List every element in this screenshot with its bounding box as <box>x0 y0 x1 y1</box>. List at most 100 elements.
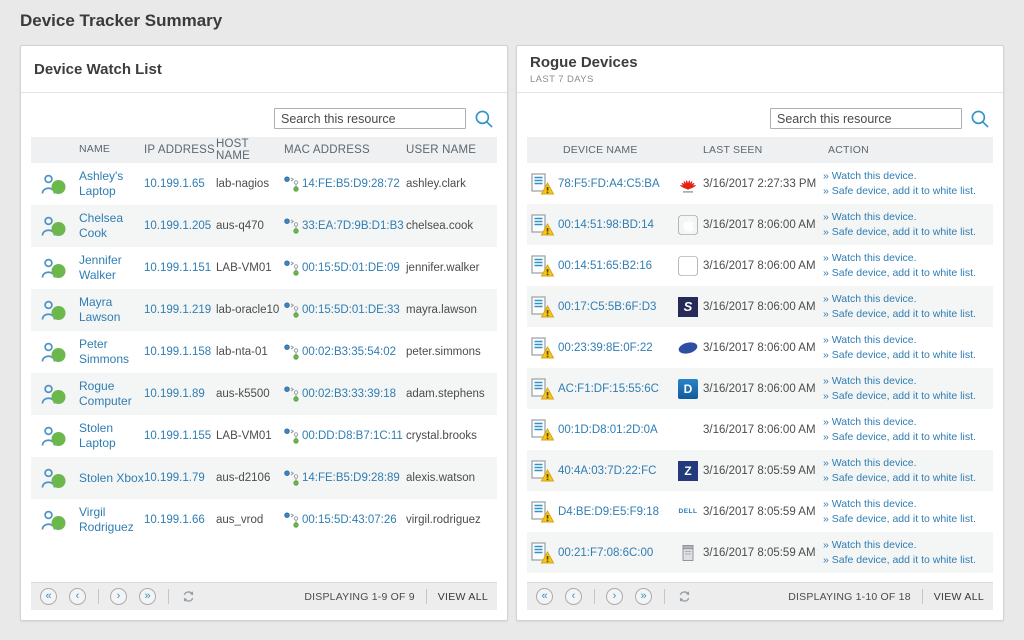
watch-device-link[interactable]: » Watch this device. <box>823 374 993 389</box>
mac-address-link[interactable]: 33:EA:7D:9B:D1:B3 <box>302 220 404 232</box>
first-page-icon[interactable]: « <box>536 588 553 605</box>
table-row: 40:4A:03:7D:22:FC Z 3/16/2017 8:05:59 AM… <box>527 450 993 491</box>
device-name-link[interactable]: Chelsea Cook <box>79 211 123 240</box>
network-node-icon <box>284 512 300 528</box>
watch-device-link[interactable]: » Watch this device. <box>823 292 993 307</box>
device-mac-link[interactable]: 00:23:39:8E:0F:22 <box>558 342 653 354</box>
view-all-button[interactable]: VIEW ALL <box>438 591 488 603</box>
device-name-link[interactable]: Stolen Laptop <box>79 421 116 450</box>
ip-address-link[interactable]: 10.199.1.219 <box>144 304 211 316</box>
ip-address-link[interactable]: 10.199.1.79 <box>144 472 205 484</box>
safe-device-link[interactable]: » Safe device, add it to white list. <box>823 184 993 199</box>
host-name: lab-oracle10 <box>216 304 279 316</box>
prev-page-icon[interactable]: ‹ <box>565 588 582 605</box>
device-mac-link[interactable]: 00:21:F7:08:6C:00 <box>558 547 653 559</box>
ip-address-link[interactable]: 10.199.1.66 <box>144 514 205 526</box>
last-seen-timestamp: 3/16/2017 8:06:00 AM <box>703 342 823 354</box>
search-button[interactable] <box>473 108 495 130</box>
ip-address-link[interactable]: 10.199.1.151 <box>144 262 211 274</box>
device-mac-link[interactable]: D4:BE:D9:E5:F9:18 <box>558 506 659 518</box>
search-button[interactable] <box>969 108 991 130</box>
device-mac-link[interactable]: 00:17:C5:5B:6F:D3 <box>558 301 656 313</box>
device-name-link[interactable]: Jennifer Walker <box>79 253 122 282</box>
safe-device-link[interactable]: » Safe device, add it to white list. <box>823 471 993 486</box>
host-name: aus_vrod <box>216 514 263 526</box>
dlink-logo: D <box>678 379 698 399</box>
ip-address-link[interactable]: 10.199.1.155 <box>144 430 211 442</box>
device-name-link[interactable]: Mayra Lawson <box>79 295 120 324</box>
search-input[interactable] <box>274 108 466 129</box>
device-mac-link[interactable]: 00:14:51:98:BD:14 <box>558 219 654 231</box>
search-input[interactable] <box>770 108 962 129</box>
table-row: Peter Simmons 10.199.1.158 lab-nta-01 00… <box>31 331 497 373</box>
view-all-button[interactable]: VIEW ALL <box>934 591 984 603</box>
mac-address-link[interactable]: 00:DD:D8:B7:1C:11 <box>302 430 403 442</box>
mac-address-link[interactable]: 00:15:5D:01:DE:33 <box>302 304 400 316</box>
device-name-link[interactable]: Peter Simmons <box>79 337 129 366</box>
ip-address-link[interactable]: 10.199.1.89 <box>144 388 205 400</box>
divider <box>594 589 595 604</box>
divider <box>98 589 99 604</box>
ip-address-link[interactable]: 10.199.1.205 <box>144 220 211 232</box>
watch-device-link[interactable]: » Watch this device. <box>823 415 993 430</box>
panel-title: Device Watch List <box>34 61 494 78</box>
device-mac-link[interactable]: 00:1D:D8:01:2D:0A <box>558 424 658 436</box>
watch-device-link[interactable]: » Watch this device. <box>823 251 993 266</box>
user-status-icon <box>41 425 67 447</box>
device-mac-link[interactable]: 00:14:51:65:B2:16 <box>558 260 652 272</box>
device-mac-link[interactable]: AC:F1:DF:15:55:6C <box>558 383 659 395</box>
mac-address-link[interactable]: 00:02:B3:35:54:02 <box>302 346 396 358</box>
watch-device-link[interactable]: » Watch this device. <box>823 538 993 553</box>
refresh-icon <box>181 589 196 604</box>
refresh-button[interactable] <box>677 589 692 604</box>
device-name-link[interactable]: Rogue Computer <box>79 379 132 408</box>
watch-device-link[interactable]: » Watch this device. <box>823 456 993 471</box>
refresh-button[interactable] <box>181 589 196 604</box>
rogue-device-warning-icon <box>531 255 555 277</box>
safe-device-link[interactable]: » Safe device, add it to white list. <box>823 553 993 568</box>
device-name-link[interactable]: Stolen Xbox <box>79 471 144 485</box>
mac-address-link[interactable]: 14:FE:B5:D9:28:72 <box>302 178 400 190</box>
user-status-icon <box>41 341 67 363</box>
device-mac-link[interactable]: 40:4A:03:7D:22:FC <box>558 465 656 477</box>
first-page-icon[interactable]: « <box>40 588 57 605</box>
watch-device-link[interactable]: » Watch this device. <box>823 497 993 512</box>
host-name: LAB-VM01 <box>216 262 272 274</box>
device-name-link[interactable]: Ashley's Laptop <box>79 169 123 198</box>
last-page-icon[interactable]: » <box>635 588 652 605</box>
dell-logo: DELL <box>678 502 698 522</box>
pagination-bar: « ‹ › » DISPLAYING 1-9 OF 9 VIEW ALL <box>31 582 497 610</box>
last-page-icon[interactable]: » <box>139 588 156 605</box>
table-header: DEVICE NAME LAST SEEN ACTION <box>527 137 993 163</box>
next-page-icon[interactable]: › <box>110 588 127 605</box>
safe-device-link[interactable]: » Safe device, add it to white list. <box>823 430 993 445</box>
prev-page-icon[interactable]: ‹ <box>69 588 86 605</box>
safe-device-link[interactable]: » Safe device, add it to white list. <box>823 307 993 322</box>
ip-address-link[interactable]: 10.199.1.65 <box>144 178 205 190</box>
rogue-device-warning-icon <box>531 378 555 400</box>
watch-device-link[interactable]: » Watch this device. <box>823 333 993 348</box>
safe-device-link[interactable]: » Safe device, add it to white list. <box>823 266 993 281</box>
watch-device-link[interactable]: » Watch this device. <box>823 169 993 184</box>
microsoft-logo <box>678 420 698 440</box>
safe-device-link[interactable]: » Safe device, add it to white list. <box>823 512 993 527</box>
next-page-icon[interactable]: › <box>606 588 623 605</box>
mac-address-link[interactable]: 00:15:5D:43:07:26 <box>302 514 397 526</box>
safe-device-link[interactable]: » Safe device, add it to white list. <box>823 348 993 363</box>
safe-device-link[interactable]: » Safe device, add it to white list. <box>823 389 993 404</box>
watch-device-link[interactable]: » Watch this device. <box>823 210 993 225</box>
user-name: ashley.clark <box>406 178 466 190</box>
last-seen-timestamp: 3/16/2017 8:06:00 AM <box>703 424 823 436</box>
safe-device-link[interactable]: » Safe device, add it to white list. <box>823 225 993 240</box>
device-name-link[interactable]: Virgil Rodriguez <box>79 505 134 534</box>
rogue-device-warning-icon <box>531 173 555 195</box>
mac-address-link[interactable]: 14:FE:B5:D9:28:89 <box>302 472 400 484</box>
last-seen-timestamp: 3/16/2017 8:06:00 AM <box>703 301 823 313</box>
device-mac-link[interactable]: 78:F5:FD:A4:C5:BA <box>558 178 660 190</box>
last-seen-timestamp: 3/16/2017 8:06:00 AM <box>703 383 823 395</box>
ip-address-link[interactable]: 10.199.1.158 <box>144 346 211 358</box>
mac-address-link[interactable]: 00:02:B3:33:39:18 <box>302 388 396 400</box>
mac-address-link[interactable]: 00:15:5D:01:DE:09 <box>302 262 400 274</box>
panel-header: Device Watch List <box>21 46 507 93</box>
host-name: aus-q470 <box>216 220 264 232</box>
